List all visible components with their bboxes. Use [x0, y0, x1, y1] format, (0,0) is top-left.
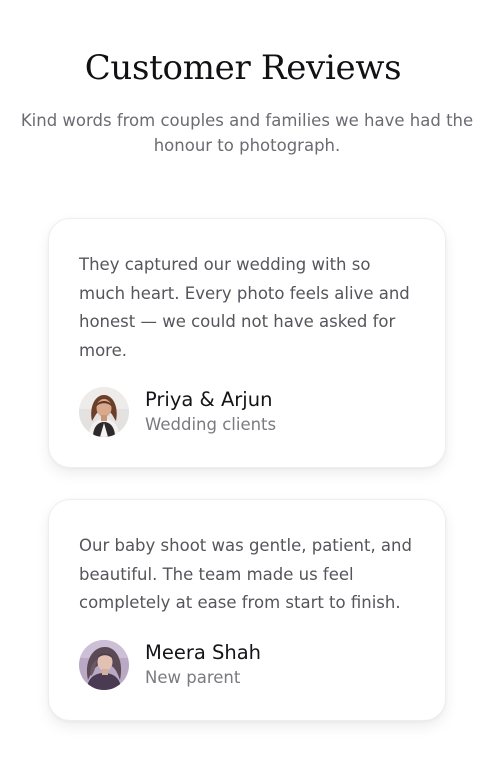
- reviewer-role: New parent: [145, 668, 241, 687]
- woman-portrait-avatar-icon: [79, 387, 129, 437]
- avatar: [79, 640, 129, 690]
- review-author: Meera Shah New parent: [79, 640, 261, 690]
- reviewer-role: Wedding clients: [145, 415, 277, 434]
- reviewer-name: Meera Shah: [145, 641, 262, 664]
- review-author: Priya & Arjun Wedding clients: [79, 387, 276, 437]
- avatar: [79, 387, 129, 437]
- review-quote: Our baby shoot was gentle, patient, and …: [79, 536, 412, 612]
- page-title: Customer Reviews: [84, 48, 402, 88]
- reviewer-name: Priya & Arjun: [145, 388, 273, 411]
- review-card: They captured our wedding with so much h…: [48, 218, 446, 468]
- page-subtitle: Kind words from couples and families we …: [20, 111, 474, 155]
- review-card: Our baby shoot was gentle, patient, and …: [48, 499, 446, 721]
- woman-portrait-avatar-icon: [79, 640, 129, 690]
- review-quote: They captured our wedding with so much h…: [79, 255, 410, 360]
